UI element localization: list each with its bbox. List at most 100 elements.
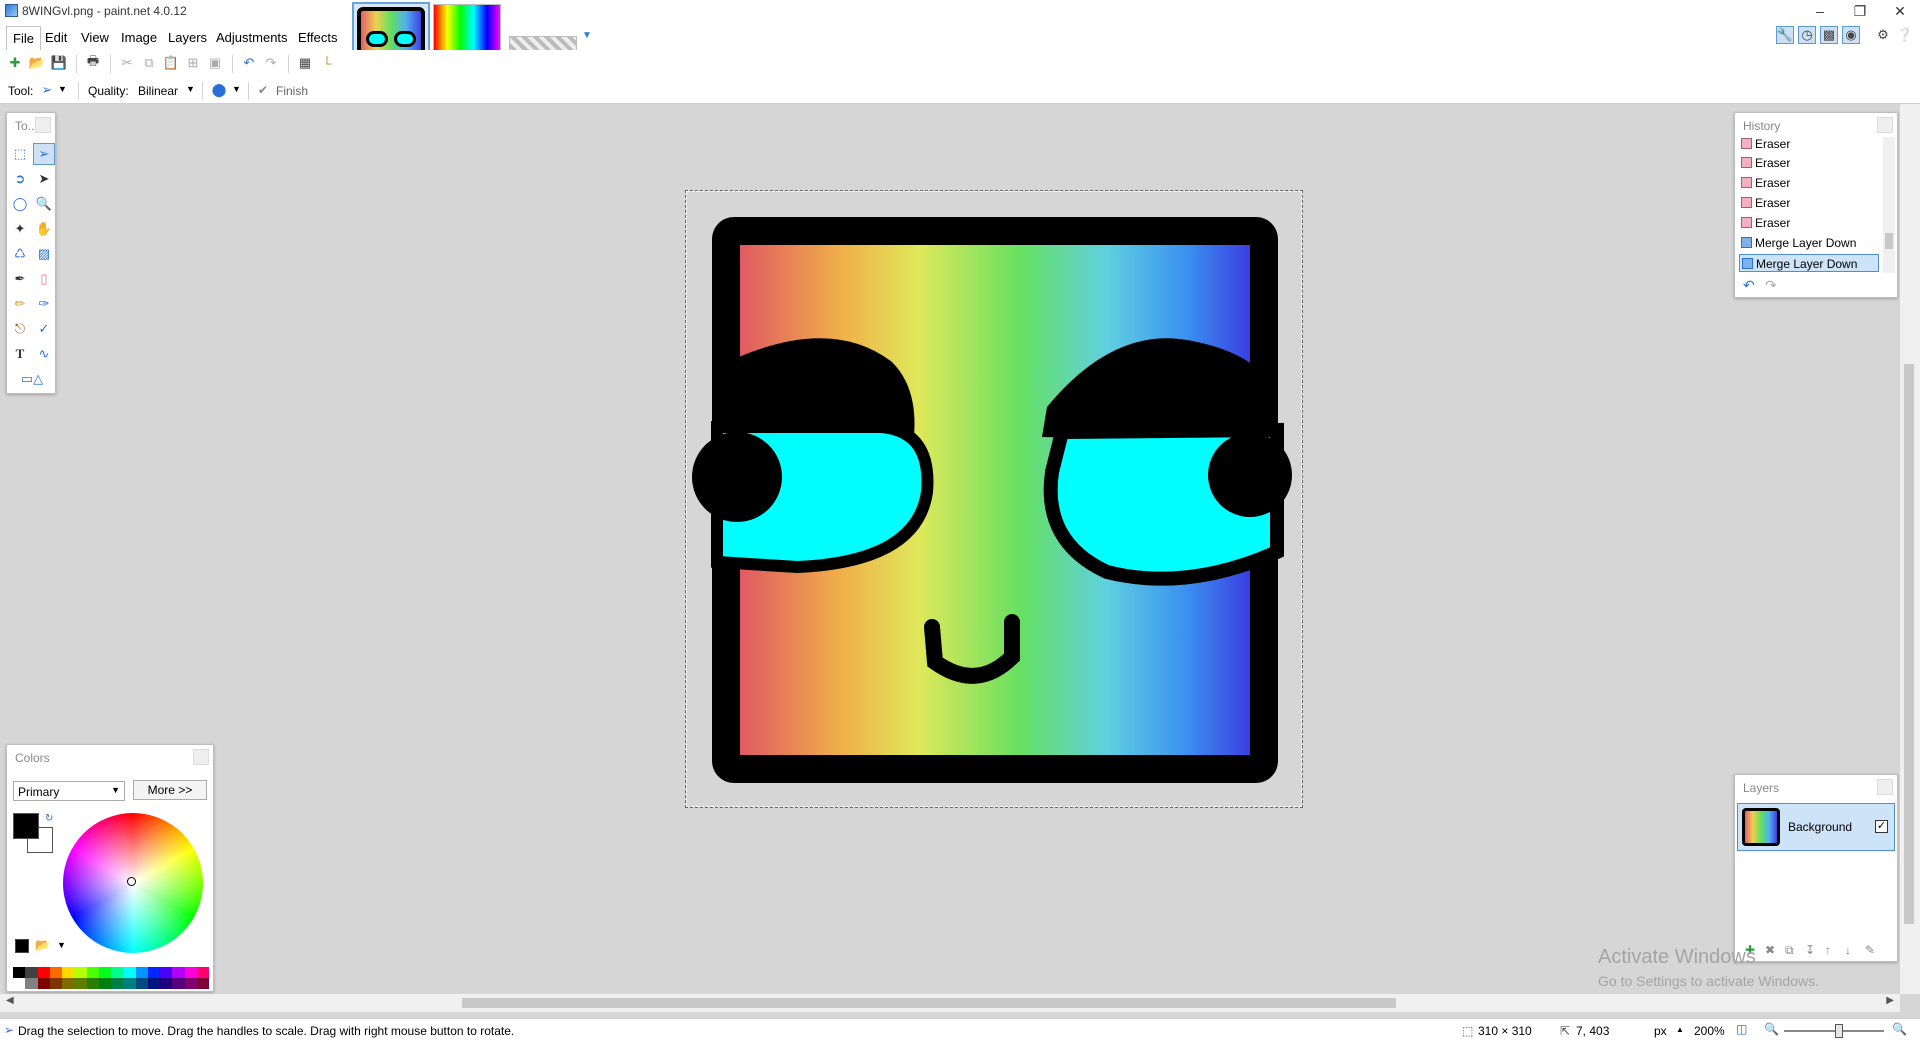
palette-swatch[interactable]	[111, 967, 124, 978]
layer-visibility-checkbox[interactable]: ✓	[1875, 820, 1888, 833]
palette-swatch[interactable]	[86, 978, 99, 989]
history-scrollbar-thumb[interactable]	[1885, 233, 1893, 249]
palette-swatch[interactable]	[172, 978, 185, 989]
color-mode-select[interactable]: Primary ▼	[13, 781, 125, 801]
eraser-tool-icon[interactable]: ▯	[33, 268, 55, 290]
paste-icon[interactable]: 📋	[162, 54, 180, 72]
horizontal-scrollbar[interactable]: ◀ ▶	[0, 994, 1900, 1012]
open-images-dropdown-icon[interactable]: ▼	[582, 30, 592, 41]
palette-swatch[interactable]	[74, 967, 87, 978]
paint-bucket-tool-icon[interactable]: ♺	[9, 243, 31, 265]
zoom-slider-thumb[interactable]	[1835, 1024, 1843, 1038]
colors-window-icon[interactable]: ◉	[1842, 26, 1860, 44]
palette-swatch[interactable]	[25, 967, 38, 978]
zoom-slider-track[interactable]	[1784, 1030, 1884, 1032]
rectangle-select-tool-icon[interactable]: ⬚	[9, 143, 31, 165]
color-wheel[interactable]	[63, 813, 203, 953]
history-item[interactable]: Merge Layer Down	[1739, 234, 1879, 252]
swap-colors-icon[interactable]: ↻	[45, 813, 53, 824]
grid-toggle-icon[interactable]: ▦	[296, 54, 314, 72]
palette-swatch[interactable]	[86, 967, 99, 978]
palette-swatch[interactable]	[49, 978, 62, 989]
vertical-scrollbar-thumb[interactable]	[1904, 364, 1914, 924]
move-selection-tool-icon[interactable]: ➢	[33, 143, 55, 165]
menu-file[interactable]: File	[6, 26, 41, 51]
pan-tool-icon[interactable]: ✋	[33, 218, 55, 240]
lasso-select-tool-icon[interactable]: ➲	[9, 168, 31, 190]
color-wheel-cursor[interactable]	[127, 877, 136, 886]
palette-swatch[interactable]	[123, 978, 136, 989]
tool-dropdown-chevron-icon[interactable]: ▼	[58, 84, 67, 94]
maximize-button[interactable]: ❐	[1840, 0, 1880, 22]
palette-swatch[interactable]	[123, 967, 136, 978]
move-layer-up-icon[interactable]: ↑	[1825, 943, 1831, 957]
quality-select[interactable]: Bilinear	[138, 84, 178, 98]
primary-color-swatch[interactable]	[13, 813, 39, 839]
settings-gear-icon[interactable]: ⚙	[1874, 26, 1892, 44]
palette-swatch[interactable]	[37, 967, 50, 978]
pencil-tool-icon[interactable]: ✏	[9, 293, 31, 315]
history-item[interactable]: Eraser	[1739, 194, 1879, 212]
copy-icon[interactable]: ⧉	[140, 54, 158, 72]
paintbrush-tool-icon[interactable]: ✒	[9, 268, 31, 290]
history-item[interactable]: Eraser	[1739, 135, 1879, 153]
menu-edit[interactable]: Edit	[45, 30, 67, 45]
palette-swatch[interactable]	[13, 978, 26, 989]
merge-layer-down-icon[interactable]: ↧	[1805, 943, 1815, 957]
antialiasing-icon[interactable]: ⬤	[210, 81, 228, 99]
history-scrollbar[interactable]	[1883, 137, 1895, 273]
history-undo-icon[interactable]: ↶	[1743, 277, 1755, 294]
palette-swatch[interactable]	[196, 967, 209, 978]
palette-swatch[interactable]	[37, 978, 50, 989]
duplicate-layer-icon[interactable]: ⧉	[1785, 943, 1794, 958]
history-item[interactable]: Eraser	[1739, 154, 1879, 172]
layer-properties-icon[interactable]: ✎	[1865, 943, 1875, 957]
redo-icon[interactable]: ↷	[262, 54, 280, 72]
undo-icon[interactable]: ↶	[240, 54, 258, 72]
recolor-tool-icon[interactable]: ✓	[33, 318, 55, 340]
palette-swatch[interactable]	[98, 978, 111, 989]
palette-options-icon[interactable]: 📂	[35, 938, 50, 952]
zoom-tool-icon[interactable]: 🔍	[33, 193, 55, 215]
palette-chevron-down-icon[interactable]: ▼	[57, 940, 66, 950]
palette-swatch[interactable]	[62, 978, 75, 989]
horizontal-scrollbar-thumb[interactable]	[462, 998, 1396, 1008]
clone-stamp-tool-icon[interactable]: ⎋	[9, 318, 31, 340]
palette-swatch[interactable]	[172, 967, 185, 978]
antialiasing-chevron-down-icon[interactable]: ▼	[232, 84, 241, 94]
history-item[interactable]: Eraser	[1739, 214, 1879, 232]
image-canvas[interactable]	[685, 190, 1303, 808]
menu-adjustments[interactable]: Adjustments	[216, 30, 288, 45]
cut-icon[interactable]: ✂	[118, 54, 136, 72]
move-selected-tool-icon[interactable]: ➤	[33, 168, 55, 190]
zoom-to-window-icon[interactable]: ◫	[1736, 1022, 1747, 1036]
palette-primary-icon[interactable]	[15, 939, 29, 953]
palette-swatch[interactable]	[74, 978, 87, 989]
scroll-right-icon[interactable]: ▶	[1886, 995, 1894, 1006]
palette-swatch[interactable]	[111, 978, 124, 989]
menu-view[interactable]: View	[81, 30, 109, 45]
history-window-icon[interactable]: ◷	[1798, 26, 1816, 44]
open-file-icon[interactable]: 📂	[28, 54, 46, 72]
palette-swatch[interactable]	[49, 967, 62, 978]
deselect-icon[interactable]: ▣	[206, 54, 224, 72]
palette-swatch[interactable]	[147, 967, 160, 978]
menu-layers[interactable]: Layers	[168, 30, 207, 45]
palette-swatch[interactable]	[184, 967, 197, 978]
zoom-level[interactable]: 200%	[1694, 1024, 1725, 1038]
gradient-tool-icon[interactable]: ▨	[33, 243, 55, 265]
palette-swatch[interactable]	[62, 967, 75, 978]
zoom-out-icon[interactable]: 🔍	[1764, 1022, 1779, 1036]
tools-panel-close-icon[interactable]	[35, 117, 51, 133]
history-item-selected[interactable]: Merge Layer Down	[1739, 254, 1879, 272]
new-image-icon[interactable]: ✚	[6, 54, 24, 72]
quality-chevron-down-icon[interactable]: ▼	[186, 84, 195, 94]
line-curve-tool-icon[interactable]: ∿	[33, 343, 55, 365]
save-icon[interactable]: 💾	[50, 54, 68, 72]
history-redo-icon[interactable]: ↷	[1765, 277, 1777, 294]
palette-swatch[interactable]	[160, 967, 173, 978]
vertical-scrollbar[interactable]	[1900, 104, 1920, 994]
units-chevron-up-icon[interactable]: ▲	[1676, 1025, 1684, 1034]
history-panel-close-icon[interactable]	[1877, 117, 1893, 133]
palette-swatch[interactable]	[13, 967, 26, 978]
